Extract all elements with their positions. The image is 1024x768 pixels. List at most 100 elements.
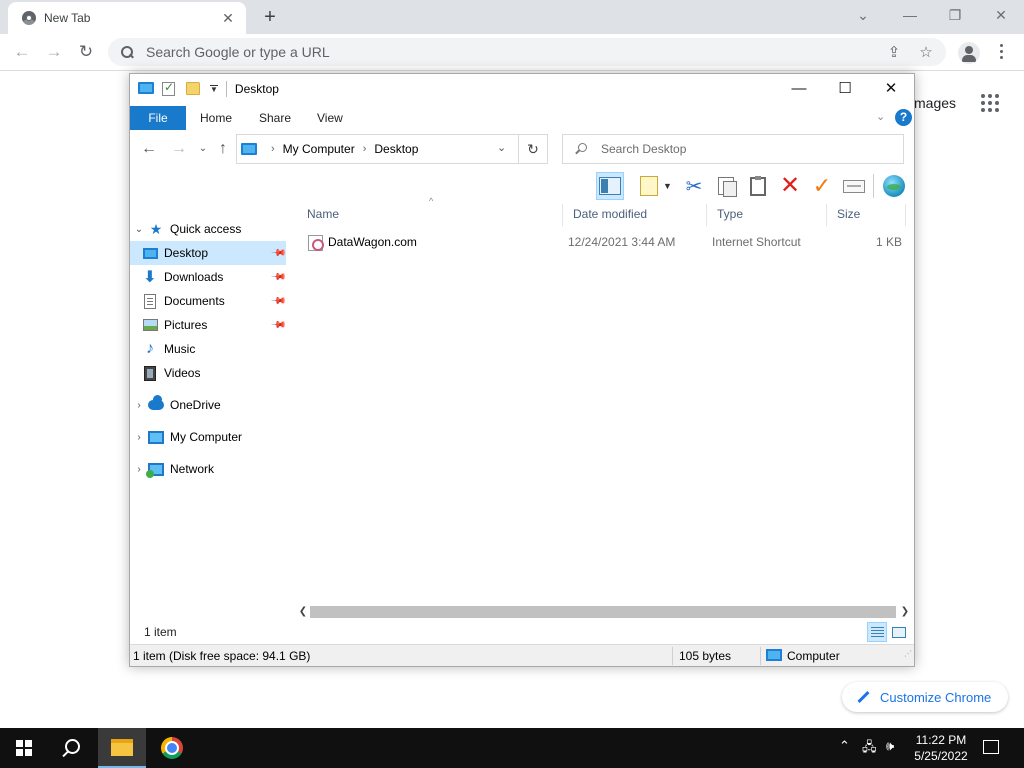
- column-header-date-modified[interactable]: Date modified: [562, 202, 647, 226]
- forward-arrow-icon[interactable]: →: [169, 139, 189, 159]
- taskbar-clock[interactable]: 11:22 PM 5/25/2022: [909, 732, 973, 764]
- music-note-icon: ♪: [146, 340, 154, 357]
- windows-start-icon[interactable]: [16, 740, 32, 756]
- pin-icon[interactable]: 📌: [269, 317, 286, 334]
- explorer-close-icon[interactable]: ✕: [868, 74, 914, 104]
- column-header-type[interactable]: Type: [706, 202, 743, 226]
- network-icon: [146, 462, 164, 478]
- notification-center-icon[interactable]: [983, 740, 999, 754]
- reload-icon[interactable]: ↻: [74, 41, 98, 63]
- scrollbar-thumb[interactable]: [310, 606, 896, 618]
- nav-item-onedrive[interactable]: › OneDrive: [130, 393, 286, 417]
- column-header-size[interactable]: Size: [826, 202, 860, 226]
- search-desktop-input[interactable]: Search Desktop: [562, 134, 904, 164]
- apply-button[interactable]: ✓: [808, 172, 836, 200]
- pin-icon[interactable]: 📌: [269, 293, 286, 310]
- tab-file[interactable]: File: [130, 106, 186, 130]
- nav-item-quick-access[interactable]: ⌄ ★ Quick access: [130, 217, 286, 241]
- rename-button[interactable]: [840, 172, 868, 200]
- recent-locations-chevron-icon[interactable]: ⌄: [193, 139, 213, 159]
- nav-label: Music: [164, 342, 196, 356]
- ribbon-expand-chevron-icon[interactable]: ⌄: [876, 110, 885, 123]
- google-apps-icon[interactable]: [981, 94, 999, 112]
- scroll-left-arrow-icon[interactable]: ❮: [296, 604, 310, 620]
- chrome-icon: [161, 737, 183, 759]
- explorer-minimize-icon[interactable]: —: [776, 74, 822, 104]
- up-arrow-icon[interactable]: ↑: [213, 139, 233, 159]
- expand-chevron-icon[interactable]: ›: [130, 432, 148, 443]
- paste-button[interactable]: [744, 172, 772, 200]
- breadcrumb-separator-icon[interactable]: ›: [363, 143, 367, 155]
- refresh-icon[interactable]: ↻: [518, 134, 548, 164]
- share-icon[interactable]: ⇪: [882, 43, 906, 61]
- column-header-name[interactable]: Name: [296, 202, 339, 226]
- explorer-maximize-icon[interactable]: ☐: [822, 74, 868, 104]
- tab-close-icon[interactable]: ✕: [220, 10, 236, 27]
- horizontal-scrollbar[interactable]: ❮ ❯: [296, 604, 912, 620]
- images-link[interactable]: mages: [914, 95, 956, 111]
- tab-home[interactable]: Home: [200, 106, 232, 130]
- nav-item-music[interactable]: ♪ Music: [130, 337, 286, 361]
- kebab-menu-icon[interactable]: [994, 44, 1008, 62]
- breadcrumb-desktop[interactable]: Desktop: [374, 142, 418, 156]
- nav-item-videos[interactable]: Videos: [130, 361, 286, 385]
- restore-icon[interactable]: ❐: [943, 6, 967, 24]
- help-icon[interactable]: ?: [895, 109, 912, 126]
- volume-icon[interactable]: 🕪: [886, 738, 894, 754]
- nav-item-network[interactable]: › Network: [130, 457, 286, 481]
- tray-chevron-up-icon[interactable]: ⌃: [839, 738, 850, 754]
- pin-icon[interactable]: 📌: [269, 269, 286, 286]
- back-arrow-icon[interactable]: ←: [139, 139, 159, 159]
- nav-item-pictures[interactable]: Pictures 📌: [130, 313, 286, 337]
- new-folder-quick-icon[interactable]: [186, 82, 202, 96]
- network-tray-icon[interactable]: 🖧: [862, 738, 877, 760]
- new-tab-button[interactable]: +: [260, 6, 280, 28]
- pin-icon[interactable]: 📌: [269, 245, 286, 262]
- close-icon[interactable]: ✕: [989, 6, 1013, 24]
- bookmark-star-icon[interactable]: ☆: [914, 43, 938, 61]
- nav-item-my-computer[interactable]: › My Computer: [130, 425, 286, 449]
- expand-chevron-icon[interactable]: ⌄: [130, 224, 148, 235]
- details-view-icon: [870, 626, 884, 638]
- details-view-button[interactable]: [867, 622, 887, 642]
- quick-access-dropdown-icon[interactable]: ▼: [210, 84, 218, 94]
- breadcrumb-my-computer[interactable]: My Computer: [283, 142, 355, 156]
- preview-pane-button[interactable]: [596, 172, 624, 200]
- tab-share[interactable]: Share: [259, 106, 291, 130]
- properties-checkbox-icon[interactable]: [162, 80, 178, 96]
- tab-new-tab[interactable]: New Tab ✕: [8, 2, 246, 34]
- copy-button[interactable]: [712, 172, 740, 200]
- profile-avatar-icon[interactable]: [958, 42, 980, 64]
- nav-item-documents[interactable]: Documents 📌: [130, 289, 286, 313]
- table-row[interactable]: DataWagon.com 12/24/2021 3:44 AM Interne…: [296, 230, 906, 254]
- nav-item-desktop[interactable]: Desktop 📌: [130, 241, 286, 265]
- new-folder-button[interactable]: ▼: [634, 172, 678, 200]
- forward-arrow-icon[interactable]: →: [42, 41, 66, 63]
- resize-grip-icon[interactable]: ⋰: [904, 649, 912, 664]
- taskbar-file-explorer[interactable]: [98, 728, 146, 768]
- breadcrumb-separator-icon[interactable]: ›: [271, 143, 275, 155]
- delete-button[interactable]: ✕: [776, 172, 804, 200]
- scroll-right-arrow-icon[interactable]: ❯: [898, 604, 912, 620]
- tab-view[interactable]: View: [317, 106, 343, 130]
- back-arrow-icon[interactable]: ←: [10, 41, 34, 63]
- taskbar-search-icon[interactable]: [63, 739, 81, 757]
- paste-icon: [750, 175, 766, 196]
- nav-label: Desktop: [164, 246, 209, 260]
- cut-button[interactable]: ✂: [680, 172, 708, 200]
- address-dropdown-chevron-icon[interactable]: ⌄: [497, 141, 506, 154]
- explorer-address-bar[interactable]: › My Computer › Desktop ⌄: [236, 134, 548, 164]
- customize-chrome-button[interactable]: Customize Chrome: [842, 682, 1008, 712]
- tab-search-chevron-icon[interactable]: ⌄: [851, 6, 875, 24]
- browse-web-button[interactable]: [880, 172, 908, 200]
- large-icons-view-button[interactable]: [889, 622, 909, 642]
- minimize-icon[interactable]: —: [898, 6, 922, 24]
- address-bar[interactable]: Search Google or type a URL ⇪ ☆: [108, 38, 946, 66]
- cut-icon: ✂: [685, 175, 703, 198]
- new-folder-icon: [640, 176, 659, 196]
- explorer-titlebar: ▼ Desktop — ☐ ✕: [130, 74, 914, 104]
- taskbar-chrome[interactable]: [148, 728, 196, 768]
- nav-item-downloads[interactable]: ⬇ Downloads 📌: [130, 265, 286, 289]
- expand-chevron-icon[interactable]: ›: [130, 400, 148, 411]
- folder-icon: [111, 738, 133, 756]
